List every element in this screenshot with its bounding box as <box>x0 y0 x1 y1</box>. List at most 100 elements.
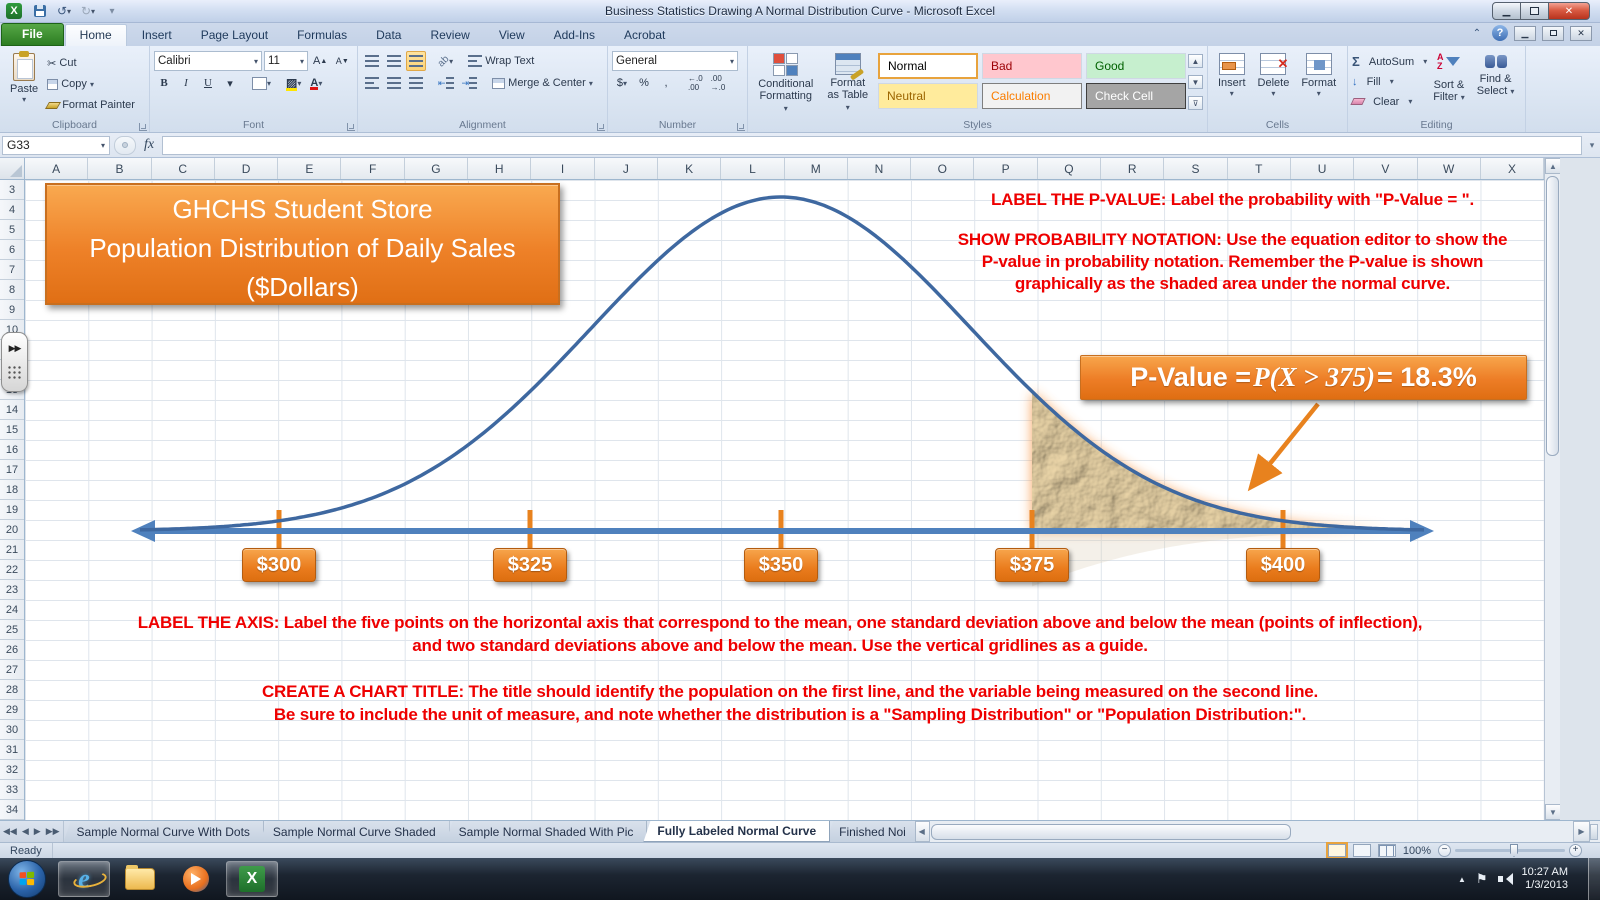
ribbon-tab-data[interactable]: Data <box>362 25 415 46</box>
column-header-K[interactable]: K <box>658 158 721 179</box>
column-header-V[interactable]: V <box>1354 158 1417 179</box>
next-sheet-icon[interactable]: ▶ <box>34 826 41 837</box>
scroll-up-icon[interactable]: ▲ <box>1545 158 1561 174</box>
column-header-H[interactable]: H <box>468 158 531 179</box>
column-header-T[interactable]: T <box>1228 158 1291 179</box>
select-all-corner[interactable] <box>0 158 25 179</box>
ribbon-tab-file[interactable]: File <box>1 23 64 46</box>
minimize-ribbon-icon[interactable]: ⌃ <box>1468 25 1486 41</box>
zoom-level[interactable]: 100% <box>1403 845 1431 857</box>
column-header-I[interactable]: I <box>531 158 594 179</box>
cut-button[interactable]: ✂ Cut <box>44 53 138 73</box>
shrink-font-button[interactable]: A▼ <box>332 51 352 71</box>
underline-dropdown[interactable]: ▾ <box>220 73 240 93</box>
zoom-track[interactable] <box>1455 849 1565 852</box>
merge-center-button[interactable]: Merge & Center ▾ <box>489 73 596 93</box>
underline-button[interactable]: U <box>198 73 218 93</box>
workbook-minimize-button[interactable]: ▁ <box>1514 26 1536 41</box>
scroll-down-icon[interactable]: ▼ <box>1545 804 1561 820</box>
page-layout-view-icon[interactable] <box>1353 844 1371 857</box>
show-desktop-button[interactable] <box>1588 858 1600 900</box>
sheet-tab-sample-normal-curve-with-dots[interactable]: Sample Normal Curve With Dots <box>64 821 264 842</box>
ribbon-tab-home[interactable]: Home <box>65 24 127 46</box>
fill-button[interactable]: ↓ Fill ▾ <box>1352 72 1427 91</box>
horizontal-scrollbar[interactable]: ◀ ▶ <box>912 821 1600 842</box>
ribbon-tab-page-layout[interactable]: Page Layout <box>187 25 282 46</box>
font-name-select[interactable]: Calibri▾ <box>154 51 262 71</box>
normal-view-icon[interactable] <box>1328 844 1346 857</box>
axis-instruction-note[interactable]: LABEL THE AXIS: Label the five points on… <box>100 611 1460 657</box>
column-header-P[interactable]: P <box>974 158 1037 179</box>
axis-label-400[interactable]: $400 <box>1246 548 1320 582</box>
comma-style-button[interactable]: , <box>656 73 676 93</box>
number-format-select[interactable]: General▾ <box>612 51 738 71</box>
copy-button[interactable]: Copy ▾ <box>44 74 138 94</box>
number-dialog-launcher[interactable] <box>737 123 745 131</box>
column-header-O[interactable]: O <box>911 158 974 179</box>
vertical-scroll-thumb[interactable] <box>1546 176 1559 456</box>
zoom-thumb[interactable] <box>1510 844 1518 857</box>
orientation-button[interactable]: ab▾ <box>435 51 456 71</box>
workbook-restore-button[interactable] <box>1542 26 1564 41</box>
pvalue-label-box[interactable]: P-Value = P(X > 375) = 18.3% <box>1080 355 1527 400</box>
gallery-up-icon[interactable]: ▲ <box>1188 54 1203 68</box>
start-button[interactable] <box>8 860 46 898</box>
first-sheet-icon[interactable]: ◀◀ <box>3 826 17 837</box>
axis-label-325[interactable]: $325 <box>493 548 567 582</box>
taskbar-clock[interactable]: 10:27 AM 1/3/2013 <box>1522 866 1574 892</box>
paste-button[interactable]: Paste▾ <box>4 49 44 115</box>
cell-style-good[interactable]: Good <box>1086 53 1186 79</box>
column-header-L[interactable]: L <box>721 158 784 179</box>
increase-indent-button[interactable]: ⇥ <box>459 73 481 93</box>
column-header-B[interactable]: B <box>88 158 151 179</box>
name-box[interactable]: G33▾ <box>2 136 110 155</box>
ribbon-tab-add-ins[interactable]: Add-Ins <box>540 25 609 46</box>
format-cells-button[interactable]: Format▾ <box>1295 49 1342 118</box>
volume-icon[interactable] <box>1498 873 1512 885</box>
column-header-C[interactable]: C <box>152 158 215 179</box>
delete-cells-button[interactable]: Delete▾ <box>1252 49 1296 118</box>
cell-style-normal[interactable]: Normal <box>878 53 978 79</box>
workbook-close-button[interactable]: ✕ <box>1570 26 1592 41</box>
expand-formula-bar-icon[interactable]: ▾ <box>1584 136 1600 155</box>
taskbar-media-player[interactable] <box>170 861 222 897</box>
pvalue-instruction-note[interactable]: LABEL THE P-VALUE: Label the probability… <box>945 189 1520 295</box>
find-select-button[interactable]: Find &Select ▾ <box>1471 49 1521 111</box>
column-header-X[interactable]: X <box>1481 158 1544 179</box>
sort-filter-button[interactable]: AZ Sort &Filter ▾ <box>1427 49 1471 111</box>
insert-function-button[interactable]: fx <box>136 137 162 153</box>
action-center-flag-icon[interactable]: ⚑ <box>1476 871 1488 887</box>
title-instruction-note[interactable]: CREATE A CHART TITLE: The title should i… <box>200 680 1380 726</box>
font-dialog-launcher[interactable] <box>347 123 355 131</box>
center-button[interactable] <box>384 73 404 93</box>
last-sheet-icon[interactable]: ▶▶ <box>46 826 60 837</box>
bottom-align-button[interactable] <box>406 51 426 71</box>
taskbar-file-explorer[interactable] <box>114 861 166 897</box>
column-header-W[interactable]: W <box>1418 158 1481 179</box>
column-header-M[interactable]: M <box>785 158 848 179</box>
column-header-R[interactable]: R <box>1101 158 1164 179</box>
cell-style-check-cell[interactable]: Check Cell <box>1086 83 1186 109</box>
wrap-text-button[interactable]: Wrap Text <box>465 51 537 71</box>
align-left-button[interactable] <box>362 73 382 93</box>
conditional-formatting-button[interactable]: ConditionalFormatting ▾ <box>752 49 819 118</box>
column-header-U[interactable]: U <box>1291 158 1354 179</box>
column-header-A[interactable]: A <box>25 158 88 179</box>
gallery-more-icon[interactable]: ⊽ <box>1188 96 1203 110</box>
column-header-Q[interactable]: Q <box>1038 158 1101 179</box>
alignment-dialog-launcher[interactable] <box>597 123 605 131</box>
sheet-tab-sample-normal-curve-shaded[interactable]: Sample Normal Curve Shaded <box>260 821 450 842</box>
format-as-table-button[interactable]: Formatas Table ▾ <box>819 49 876 118</box>
column-header-N[interactable]: N <box>848 158 911 179</box>
increase-decimal-button[interactable]: ←.0.00 <box>685 73 706 93</box>
axis-label-300[interactable]: $300 <box>242 548 316 582</box>
italic-button[interactable]: I <box>176 73 196 93</box>
accounting-format-button[interactable]: $▾ <box>612 73 632 93</box>
ribbon-tab-view[interactable]: View <box>485 25 539 46</box>
prev-sheet-icon[interactable]: ◀ <box>22 826 29 837</box>
align-right-button[interactable] <box>406 73 426 93</box>
formula-input[interactable] <box>162 136 1582 155</box>
bold-button[interactable]: B <box>154 73 174 93</box>
format-painter-button[interactable]: Format Painter <box>44 95 138 115</box>
axis-label-350[interactable]: $350 <box>744 548 818 582</box>
